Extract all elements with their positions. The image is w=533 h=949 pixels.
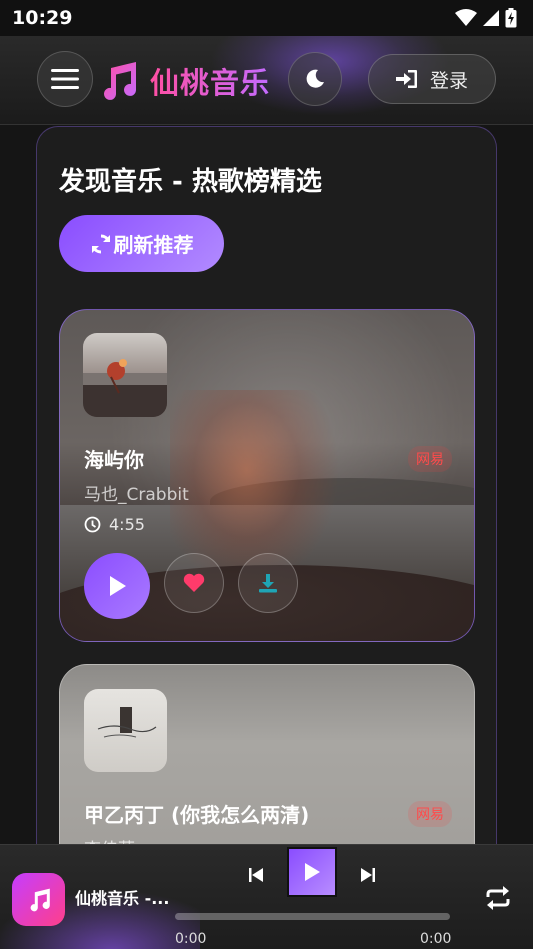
album-cover bbox=[84, 689, 167, 772]
play-icon bbox=[303, 862, 321, 882]
music-note-icon bbox=[98, 62, 138, 100]
song-artist: 马也_Crabbit bbox=[84, 485, 189, 505]
app-name: 仙桃音乐 bbox=[150, 60, 270, 102]
status-bar: 10:29 bbox=[0, 0, 533, 36]
wifi-icon bbox=[455, 9, 477, 27]
progress-bar[interactable] bbox=[175, 913, 450, 920]
source-badge: 网易 bbox=[408, 446, 452, 472]
song-title: 甲乙丙丁 (你我怎么两清) bbox=[84, 803, 310, 827]
refresh-button[interactable]: 刷新推荐 bbox=[59, 215, 224, 272]
discover-panel: 发现音乐 - 热歌榜精选 刷新推荐 海屿你 马也_Crabbit 网易 4:55… bbox=[36, 126, 497, 886]
play-song-button[interactable] bbox=[84, 553, 150, 619]
now-playing-cover[interactable] bbox=[12, 873, 65, 926]
now-playing-title: 仙桃音乐 -... bbox=[75, 889, 170, 908]
source-badge: 网易 bbox=[408, 801, 452, 827]
signal-icon bbox=[483, 10, 499, 26]
duration-text: 4:55 bbox=[109, 515, 145, 534]
download-button[interactable] bbox=[238, 553, 298, 613]
hamburger-menu-icon bbox=[51, 68, 79, 90]
app-header: 仙桃音乐 登录 bbox=[0, 36, 533, 125]
song-title: 海屿你 bbox=[84, 448, 144, 472]
total-time: 0:00 bbox=[420, 931, 452, 947]
album-cover bbox=[83, 333, 167, 417]
theme-toggle-button[interactable] bbox=[288, 52, 342, 106]
player-play-button[interactable] bbox=[287, 847, 337, 897]
heart-icon bbox=[183, 573, 205, 593]
song-duration: 4:55 bbox=[84, 515, 145, 534]
refresh-icon bbox=[90, 233, 112, 255]
login-button[interactable]: 登录 bbox=[368, 54, 496, 104]
music-note-icon bbox=[27, 888, 51, 912]
next-button[interactable] bbox=[354, 861, 382, 889]
current-time: 0:00 bbox=[175, 931, 207, 947]
sign-in-icon bbox=[395, 69, 418, 89]
menu-button[interactable] bbox=[37, 51, 93, 107]
song-card[interactable]: 海屿你 马也_Crabbit 网易 4:55 bbox=[59, 309, 475, 642]
skip-previous-icon bbox=[249, 868, 263, 882]
status-time: 10:29 bbox=[12, 7, 73, 29]
status-icons bbox=[455, 8, 517, 28]
refresh-label: 刷新推荐 bbox=[113, 233, 194, 257]
repeat-button[interactable] bbox=[481, 881, 515, 915]
login-label: 登录 bbox=[429, 69, 468, 92]
clock-icon bbox=[84, 516, 101, 533]
battery-icon bbox=[505, 8, 517, 28]
mini-player: 仙桃音乐 -... 0:00 0:00 bbox=[0, 844, 533, 949]
app-logo[interactable]: 仙桃音乐 bbox=[98, 60, 270, 102]
moon-icon bbox=[305, 69, 325, 89]
previous-button[interactable] bbox=[242, 861, 270, 889]
repeat-icon bbox=[484, 885, 512, 911]
favorite-button[interactable] bbox=[164, 553, 224, 613]
play-icon bbox=[107, 575, 127, 597]
download-icon bbox=[257, 572, 279, 594]
skip-next-icon bbox=[361, 868, 375, 882]
page-title: 发现音乐 - 热歌榜精选 bbox=[59, 167, 322, 197]
